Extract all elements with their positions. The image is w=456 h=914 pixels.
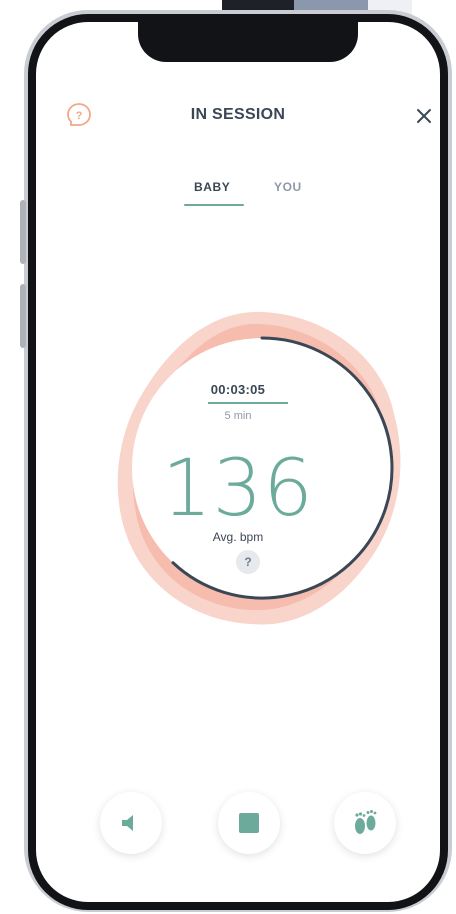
sound-button[interactable] [100,792,162,854]
stop-icon [239,813,259,833]
phone-volume-up-button [20,200,26,264]
phone-volume-down-button [20,284,26,348]
bpm-value: 136 [162,444,314,534]
kick-counter-button[interactable] [334,792,396,854]
page-title: IN SESSION [190,106,286,123]
elapsed-time: 00:03:05 [210,382,266,397]
tab-baby[interactable]: BABY [194,180,230,194]
baby-feet-icon [355,810,377,834]
tab-bar: BABY YOU [36,180,440,220]
speaker-icon [122,815,133,831]
close-icon[interactable] [412,104,436,128]
session-duration: 5 min [224,410,252,422]
tab-you[interactable]: YOU [274,180,302,194]
stop-button[interactable] [218,792,280,854]
bpm-info-badge[interactable]: ? [236,550,260,574]
bpm-label: Avg. bpm [212,530,264,544]
timer-divider [208,402,288,404]
phone-screen: ? IN SESSION BABY YOU 00:03:05 5 min 136… [36,22,440,902]
phone-notch [138,22,358,62]
active-tab-indicator [184,204,244,206]
